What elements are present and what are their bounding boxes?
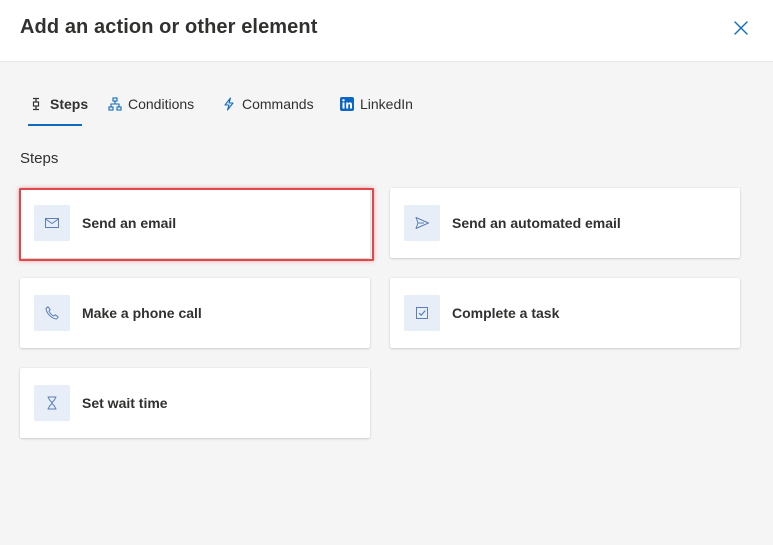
tab-label: Steps <box>50 96 89 112</box>
mail-icon <box>45 218 59 228</box>
step-card-phone-call[interactable]: Make a phone call <box>20 278 370 348</box>
checkbox-task-icon <box>416 307 428 319</box>
step-card-complete-task[interactable]: Complete a task <box>390 278 740 348</box>
lightning-icon <box>224 97 234 111</box>
tab-label: Commands <box>242 96 314 112</box>
step-label: Make a phone call <box>82 305 202 321</box>
tab-conditions[interactable]: Conditions <box>108 93 194 115</box>
step-card-set-wait-time[interactable]: Set wait time <box>20 368 370 438</box>
icon-tile <box>34 385 70 421</box>
section-title: Steps <box>20 150 59 167</box>
tab-linkedin[interactable]: LinkedIn <box>340 93 413 115</box>
send-icon <box>415 217 429 229</box>
dialog-title: Add an action or other element <box>20 16 318 38</box>
icon-tile <box>34 205 70 241</box>
icon-tile <box>34 295 70 331</box>
hierarchy-icon <box>108 97 122 111</box>
tab-steps[interactable]: Steps <box>30 93 88 115</box>
steps-icon <box>32 97 40 111</box>
tab-label: Conditions <box>128 96 195 112</box>
active-tab-indicator <box>28 124 82 126</box>
step-card-send-email[interactable]: Send an email <box>20 188 370 258</box>
hourglass-icon <box>47 396 57 410</box>
dialog-header: Add an action or other element <box>0 0 773 62</box>
icon-tile <box>404 295 440 331</box>
linkedin-icon <box>340 97 354 111</box>
tab-bar: Steps Conditions Commands LinkedIn <box>0 61 773 131</box>
close-icon <box>734 21 748 35</box>
tab-label: LinkedIn <box>360 96 413 112</box>
step-card-send-automated-email[interactable]: Send an automated email <box>390 188 740 258</box>
close-button[interactable] <box>732 19 750 37</box>
step-label: Complete a task <box>452 305 560 321</box>
step-label: Set wait time <box>82 395 168 411</box>
tab-commands[interactable]: Commands <box>222 93 314 115</box>
step-label: Send an email <box>82 215 177 231</box>
phone-icon <box>45 306 59 320</box>
step-label: Send an automated email <box>452 215 621 231</box>
icon-tile <box>404 205 440 241</box>
